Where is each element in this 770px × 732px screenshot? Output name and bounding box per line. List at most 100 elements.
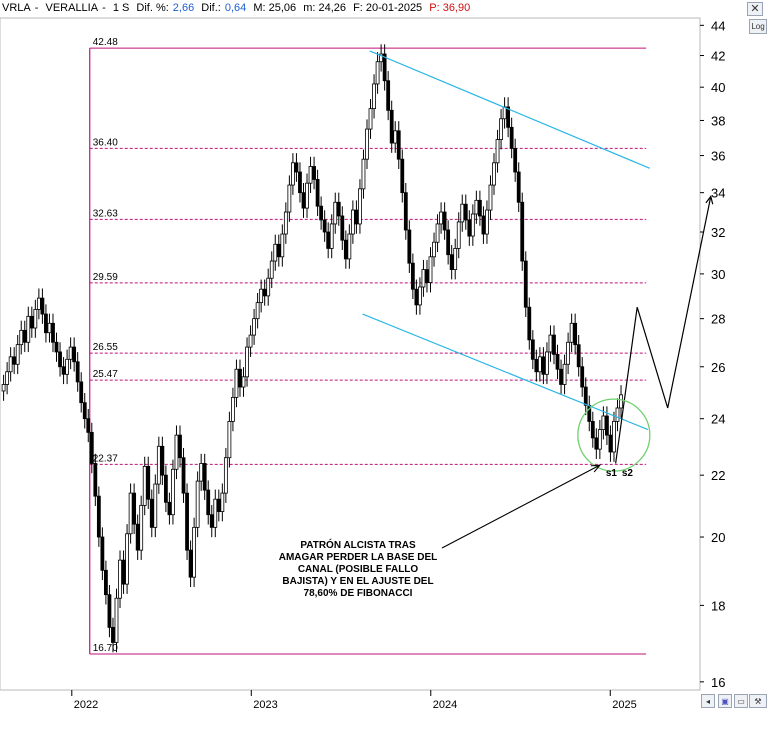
- log-scale-button[interactable]: Log: [749, 19, 767, 34]
- candle-body: [82, 402, 87, 420]
- candle-body: [294, 162, 299, 173]
- candle-body: [202, 463, 207, 491]
- dif-pct-value: 2,66: [172, 2, 195, 14]
- candle-body: [262, 288, 267, 297]
- candle-body: [322, 219, 327, 233]
- candle-body: [248, 334, 253, 348]
- candle-body: [396, 130, 401, 160]
- scroll-left-icon[interactable]: ◂: [701, 694, 715, 708]
- dif-value: 0,64: [224, 2, 247, 14]
- candle-body: [231, 397, 235, 422]
- save-icon[interactable]: ▣: [718, 694, 732, 708]
- candle-body: [153, 483, 158, 528]
- candle: [195, 471, 200, 538]
- candle-body: [485, 209, 489, 235]
- candle-body: [463, 203, 468, 221]
- candle-body: [301, 192, 306, 209]
- wrench-icon[interactable]: ⚒: [749, 694, 767, 708]
- s2-label: s2: [622, 468, 634, 479]
- candle-body: [259, 288, 264, 304]
- max-label: M: 25,06: [253, 2, 297, 14]
- candle-body: [336, 201, 341, 217]
- fib-level-label: 26.55: [93, 342, 118, 353]
- candle-body: [15, 344, 20, 365]
- candle-body: [456, 221, 461, 249]
- candle-body: [435, 223, 440, 243]
- x-tick-label: 2023: [253, 699, 277, 711]
- y-tick-label: 44: [711, 18, 725, 33]
- candle-body: [287, 184, 292, 213]
- candle-body: [329, 223, 334, 249]
- price-chart: 42.48 36.40 32.63 29.59 26.55 25.47 22.37 16.70…: [0, 0, 770, 727]
- candle-body: [590, 421, 595, 439]
- candle-body: [40, 297, 45, 315]
- candle-body: [118, 559, 122, 599]
- separator: -: [102, 2, 106, 14]
- candle-body: [559, 368, 563, 385]
- pattern-annotation: PATRÓN ALCISTA TRAS AMAGAR PERDER LA BAS…: [268, 540, 448, 600]
- candle-body: [386, 80, 391, 111]
- candle-body: [185, 492, 189, 551]
- candle-body: [291, 162, 295, 186]
- candle-body: [545, 351, 549, 375]
- candle-body: [605, 415, 609, 436]
- candle-body: [128, 492, 133, 535]
- candle-body: [615, 407, 620, 422]
- close-icon[interactable]: ✕: [747, 2, 763, 16]
- y-tick-label: 30: [711, 267, 725, 282]
- candle-body: [241, 376, 246, 388]
- candle-body: [421, 269, 426, 288]
- candle-body: [467, 219, 472, 237]
- candle-body: [375, 61, 380, 85]
- candle-body: [319, 205, 324, 221]
- candle-body: [107, 594, 112, 628]
- candle-body: [410, 262, 415, 290]
- candle-body: [89, 431, 94, 464]
- candle: [125, 524, 129, 594]
- candle-body: [312, 166, 316, 180]
- candle: [192, 517, 197, 587]
- candle-body: [139, 504, 144, 551]
- symbol-label: VRLA: [2, 2, 31, 14]
- zoom-icon[interactable]: ▭: [734, 694, 748, 708]
- min-label: m: 24,26: [303, 2, 347, 14]
- candle-body: [315, 179, 320, 207]
- candle-body: [474, 199, 479, 215]
- candle-body: [195, 480, 200, 528]
- candle: [153, 474, 158, 538]
- fib-level-label: 16.70: [93, 643, 118, 654]
- candle-body: [280, 233, 285, 258]
- candle-body: [273, 243, 278, 262]
- candle-body: [449, 254, 454, 270]
- candle-body: [488, 184, 493, 211]
- candle-body: [255, 302, 260, 320]
- candle-body: [439, 211, 443, 225]
- candle-body: [333, 201, 338, 225]
- candle-body: [470, 213, 475, 237]
- candle-body: [96, 495, 101, 538]
- candle-body: [326, 231, 331, 249]
- candle-body: [583, 386, 588, 406]
- candle-body: [283, 211, 288, 235]
- candle-body: [276, 243, 281, 258]
- candle-body: [305, 182, 309, 209]
- candle-body: [298, 171, 302, 194]
- candle: [520, 192, 525, 271]
- price-label: P: 36,90: [429, 2, 471, 14]
- candle-body: [499, 118, 503, 140]
- candle-body: [206, 489, 211, 516]
- candle-body: [245, 346, 249, 378]
- candle-body: [181, 457, 186, 494]
- candle-body: [513, 147, 518, 173]
- fib-level-label: 36.40: [93, 137, 118, 148]
- candle-body: [361, 158, 366, 190]
- candle-body: [192, 526, 197, 578]
- y-tick-label: 36: [711, 149, 725, 164]
- candle-body: [502, 106, 507, 120]
- candle-body: [308, 166, 313, 184]
- candle-body: [199, 463, 204, 482]
- candle-body: [26, 315, 31, 343]
- candle-body: [29, 315, 34, 329]
- candle-body: [619, 394, 623, 409]
- candle-body: [393, 130, 398, 144]
